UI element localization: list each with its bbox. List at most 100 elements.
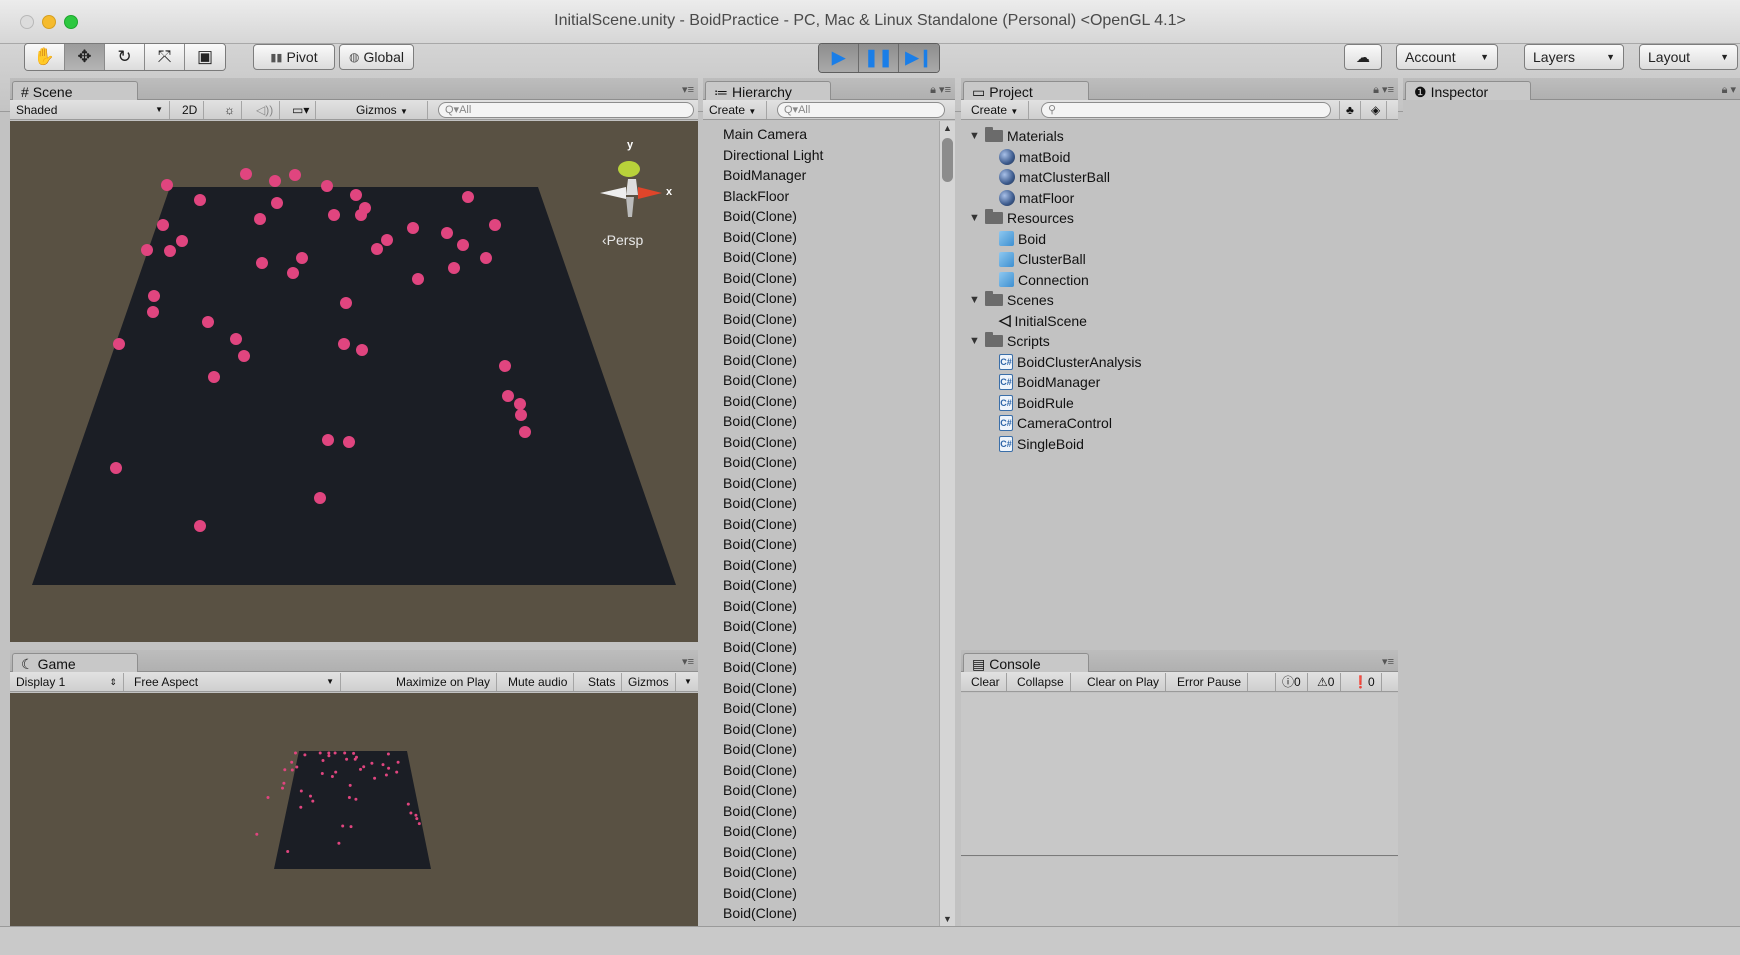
gizmos-dropdown[interactable]: Gizmos ▼ — [350, 101, 428, 119]
console-error-filter[interactable]: ❗0 — [1347, 673, 1382, 691]
hierarchy-item[interactable]: Boid(Clone) — [703, 534, 939, 555]
play-button[interactable]: ▶ — [819, 44, 859, 72]
scale-tool-icon[interactable]: ⤧ — [145, 44, 185, 70]
hierarchy-item[interactable]: Boid(Clone) — [703, 350, 939, 371]
hierarchy-item[interactable]: Boid(Clone) — [703, 268, 939, 289]
project-item-script[interactable]: C# BoidManager — [999, 372, 1100, 392]
hierarchy-item[interactable]: Boid(Clone) — [703, 760, 939, 781]
maximize-on-play-toggle[interactable]: Maximize on Play — [390, 673, 498, 691]
hierarchy-item[interactable]: Boid(Clone) — [703, 924, 939, 925]
panel-menu-icon[interactable]: ▾≡ — [1382, 655, 1394, 668]
project-item-material[interactable]: matFloor — [999, 188, 1074, 208]
project-item-material[interactable]: matClusterBall — [999, 167, 1110, 187]
rotate-tool-icon[interactable]: ↻ — [105, 44, 145, 70]
hierarchy-item[interactable]: Boid(Clone) — [703, 309, 939, 330]
expand-arrow-icon[interactable]: ▼ — [969, 126, 981, 146]
search-by-label-icon[interactable]: ◈ — [1365, 101, 1388, 119]
hierarchy-item[interactable]: Boid(Clone) — [703, 575, 939, 596]
game-viewport[interactable] — [10, 693, 698, 926]
hierarchy-item[interactable]: Boid(Clone) — [703, 678, 939, 699]
hierarchy-item[interactable]: Boid(Clone) — [703, 780, 939, 801]
project-item-script[interactable]: C# BoidRule — [999, 393, 1074, 413]
hierarchy-item[interactable]: Boid(Clone) — [703, 698, 939, 719]
expand-arrow-icon[interactable]: ▼ — [969, 331, 981, 351]
hierarchy-search-input[interactable]: Q▾All — [777, 102, 945, 118]
project-item-prefab[interactable]: Connection — [999, 270, 1089, 290]
hierarchy-item[interactable]: Boid(Clone) — [703, 411, 939, 432]
hierarchy-item[interactable]: Boid(Clone) — [703, 801, 939, 822]
gizmos-toggle[interactable]: Gizmos — [622, 673, 676, 691]
stats-toggle[interactable]: Stats — [582, 673, 623, 691]
hierarchy-item[interactable]: Boid(Clone) — [703, 842, 939, 863]
hierarchy-item[interactable]: Boid(Clone) — [703, 514, 939, 535]
rect-tool-icon[interactable]: ▣ — [185, 44, 225, 70]
perspective-label[interactable]: ‹Persp — [602, 232, 643, 248]
hierarchy-item[interactable]: Boid(Clone) — [703, 739, 939, 760]
hand-tool-icon[interactable]: ✋ — [25, 44, 65, 70]
tab-scene[interactable]: # Scene — [12, 81, 138, 101]
hierarchy-item[interactable]: Boid(Clone) — [703, 247, 939, 268]
tab-project[interactable]: ▭ Project — [963, 81, 1089, 101]
hierarchy-item[interactable]: Directional Light — [703, 145, 939, 166]
hierarchy-item[interactable]: Boid(Clone) — [703, 452, 939, 473]
expand-arrow-icon[interactable]: ▼ — [969, 208, 981, 228]
hierarchy-item[interactable]: Boid(Clone) — [703, 288, 939, 309]
hierarchy-item[interactable]: Boid(Clone) — [703, 883, 939, 904]
hierarchy-scrollbar[interactable]: ▲ ▼ — [939, 121, 955, 926]
hierarchy-item[interactable]: BoidManager — [703, 165, 939, 186]
project-item-material[interactable]: matBoid — [999, 147, 1070, 167]
hierarchy-item[interactable]: Boid(Clone) — [703, 616, 939, 637]
console-clear-button[interactable]: Clear — [965, 673, 1007, 691]
audio-toggle-icon[interactable]: ◁)) — [250, 101, 281, 119]
project-search-input[interactable]: ⚲ — [1041, 102, 1331, 118]
hierarchy-item[interactable]: Boid(Clone) — [703, 227, 939, 248]
panel-menu-icon[interactable]: ▾≡ — [682, 83, 694, 96]
tab-inspector[interactable]: ❶ Inspector — [1405, 81, 1531, 101]
hierarchy-item[interactable]: Boid(Clone) — [703, 903, 939, 924]
scene-search-input[interactable]: Q▾All — [438, 102, 694, 118]
search-by-type-icon[interactable]: ♣ — [1339, 101, 1361, 119]
console-warning-filter[interactable]: ⚠0 — [1311, 673, 1342, 691]
project-item-scene[interactable]: ◁ InitialScene — [999, 311, 1087, 331]
mute-audio-toggle[interactable]: Mute audio — [502, 673, 575, 691]
console-clear-on-play-toggle[interactable]: Clear on Play — [1081, 673, 1167, 691]
scroll-down-icon[interactable]: ▼ — [943, 914, 952, 924]
hierarchy-item[interactable]: Main Camera — [703, 124, 939, 145]
scene-viewport[interactable]: y x ‹Persp — [10, 121, 698, 642]
tab-game[interactable]: ☾ Game — [12, 653, 138, 673]
global-toggle[interactable]: ◍ Global — [339, 44, 414, 70]
lighting-toggle-icon[interactable]: ☼ — [218, 101, 242, 119]
console-log-area[interactable] — [961, 693, 1398, 856]
panel-menu-icon[interactable]: ▾≡ — [682, 655, 694, 668]
hierarchy-item[interactable]: Boid(Clone) — [703, 370, 939, 391]
display-dropdown[interactable]: Display 1 ⇕ — [10, 673, 124, 691]
project-create-dropdown[interactable]: Create ▼ — [965, 101, 1029, 119]
hierarchy-item[interactable]: Boid(Clone) — [703, 391, 939, 412]
hierarchy-item[interactable]: Boid(Clone) — [703, 637, 939, 658]
hierarchy-item[interactable]: Boid(Clone) — [703, 329, 939, 350]
lock-icon[interactable]: 🔒︎ ▾≡ — [1373, 83, 1394, 97]
scroll-up-icon[interactable]: ▲ — [943, 123, 952, 133]
hierarchy-item[interactable]: Boid(Clone) — [703, 657, 939, 678]
lock-icon[interactable]: 🔒︎ ▾≡ — [930, 83, 951, 97]
hierarchy-item[interactable]: Boid(Clone) — [703, 432, 939, 453]
project-item-folder[interactable]: ▼ Materials — [969, 126, 1064, 146]
console-detail-area[interactable] — [961, 857, 1398, 926]
dropdown-arrow-icon[interactable]: ▼ — [678, 673, 698, 691]
cloud-button[interactable]: ☁ — [1344, 44, 1382, 70]
effects-toggle-icon[interactable]: ▭▾ — [286, 101, 317, 119]
tab-hierarchy[interactable]: ≔ Hierarchy — [705, 81, 831, 101]
hierarchy-item[interactable]: Boid(Clone) — [703, 493, 939, 514]
project-item-prefab[interactable]: ClusterBall — [999, 249, 1086, 269]
project-item-folder[interactable]: ▼ Scenes — [969, 290, 1054, 310]
2d-toggle[interactable]: 2D — [176, 101, 205, 119]
account-dropdown[interactable]: Account ▼ — [1396, 44, 1498, 70]
hierarchy-item[interactable]: BlackFloor — [703, 186, 939, 207]
project-item-folder[interactable]: ▼ Scripts — [969, 331, 1050, 351]
hierarchy-item[interactable]: Boid(Clone) — [703, 719, 939, 740]
project-item-script[interactable]: C# CameraControl — [999, 413, 1112, 433]
tab-console[interactable]: ▤ Console — [963, 653, 1089, 673]
hierarchy-item[interactable]: Boid(Clone) — [703, 821, 939, 842]
layers-dropdown[interactable]: Layers ▼ — [1524, 44, 1624, 70]
hierarchy-item[interactable]: Boid(Clone) — [703, 473, 939, 494]
